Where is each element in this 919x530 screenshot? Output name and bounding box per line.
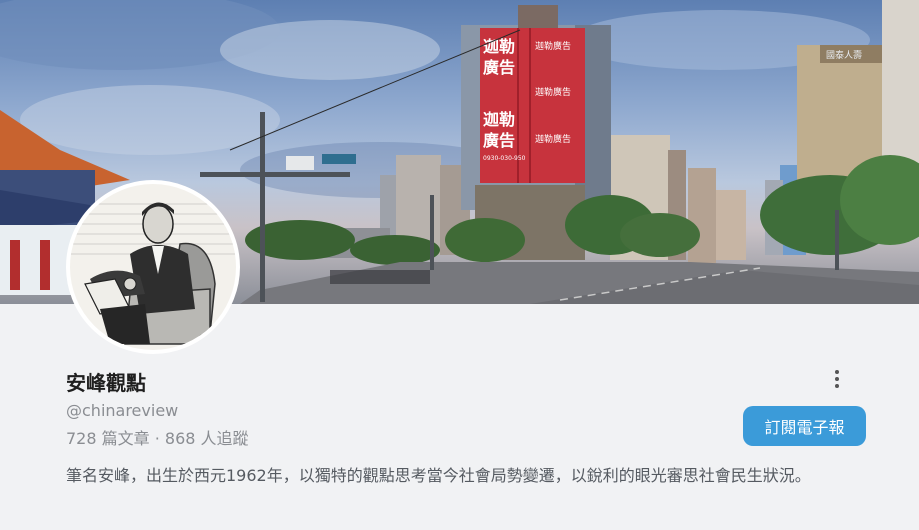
profile-name: 安峰觀點 — [66, 371, 146, 395]
subscribe-newsletter-button[interactable]: 訂閱電子報 — [743, 406, 866, 446]
profile-bio: 筆名安峰，出生於西元1962年，以獨特的觀點思考當今社會局勢變遷，以銳利的眼光審… — [66, 466, 811, 485]
billboard-small-1: 迦勒廣告 — [535, 40, 571, 52]
building-sign: 國泰人壽 — [826, 49, 862, 61]
billboard-text-1: 迦勒 — [483, 37, 515, 56]
billboard-text-4: 廣告 — [483, 131, 515, 150]
profile-handle: @chinareview — [66, 401, 179, 420]
profile-stats: 728 篇文章 · 868 人追蹤 — [66, 429, 249, 448]
billboard-text-2: 廣告 — [483, 58, 515, 77]
billboard-small-3: 迦勒廣告 — [535, 133, 571, 145]
billboard-small-2: 迦勒廣告 — [535, 86, 571, 98]
avatar[interactable] — [66, 180, 240, 354]
billboard-text-3: 迦勒 — [483, 110, 515, 129]
billboard-phone: 0930-030-950 — [483, 155, 526, 162]
more-vertical-icon[interactable] — [826, 368, 848, 390]
avatar-portrait-image — [70, 184, 236, 350]
